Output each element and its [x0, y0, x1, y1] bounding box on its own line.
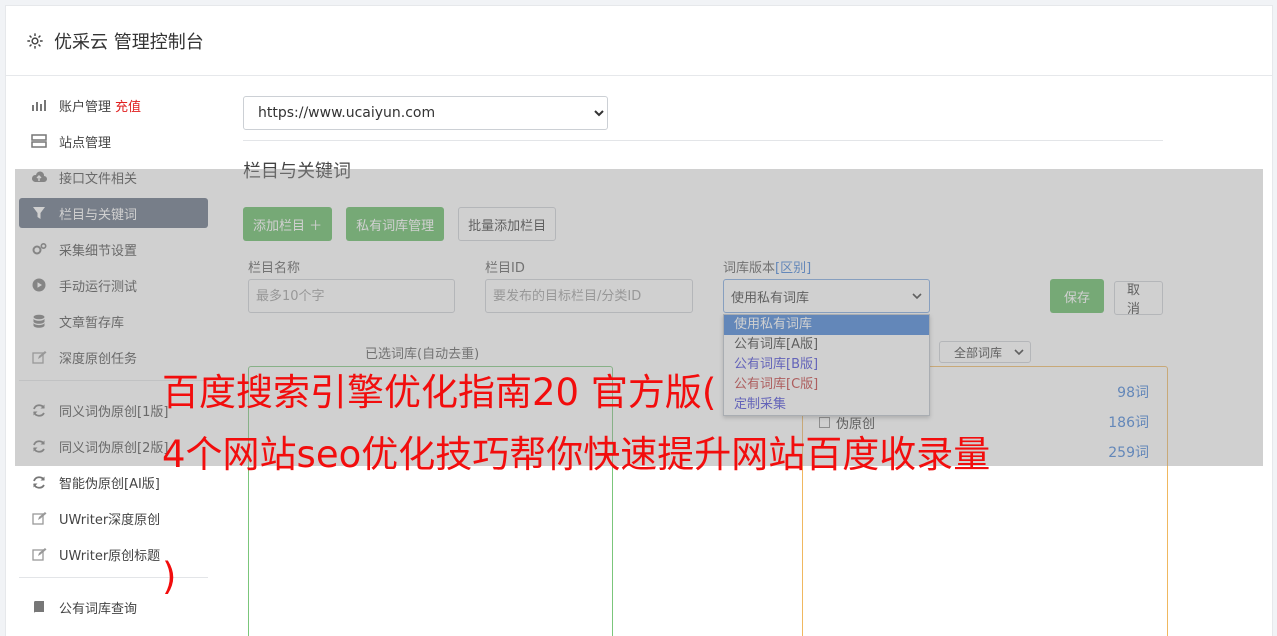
button-row: 添加栏目 ＋ 私有词库管理 批量添加栏目	[243, 207, 1163, 241]
column-name-label: 栏目名称	[248, 261, 301, 276]
dropdown-option[interactable]: 使用私有词库	[724, 315, 929, 335]
watermark-line-1: 百度搜索引擎优化指南20 官方版(	[162, 371, 717, 414]
private-lib-button[interactable]: 私有词库管理	[346, 207, 445, 241]
refresh-icon	[31, 474, 47, 490]
edit-icon	[31, 546, 47, 562]
sidebar-item-label: 接口文件相关	[59, 171, 138, 187]
recharge-link[interactable]: 充值	[115, 96, 141, 115]
sidebar-item-label: 深度原创任务	[59, 351, 138, 367]
chevron-down-icon	[912, 292, 922, 299]
column-id-input[interactable]	[485, 279, 693, 313]
sidebar-item-label: 同义词伪原创[1版]	[59, 404, 169, 420]
cogs-icon	[31, 241, 47, 257]
chevron-down-icon	[1014, 348, 1024, 355]
gear-icon	[27, 32, 43, 49]
column-form: 栏目名称 栏目ID 词库版本[区别] 使用私有词库 保存 取消	[243, 257, 1163, 317]
sidebar-item-label: 文章暂存库	[59, 315, 125, 331]
sidebar-item-collect-settings[interactable]: 采集细节设置	[19, 234, 208, 264]
sidebar-item-article-store[interactable]: 文章暂存库	[19, 306, 208, 336]
all-libs-select[interactable]: 全部词库	[939, 341, 1031, 363]
column-name-field: 栏目名称	[248, 257, 455, 313]
lists-header: 已选词库(自动去重) 全部词库	[243, 341, 1163, 363]
save-field: 保存	[1050, 279, 1105, 313]
sidebar-item-deep-original[interactable]: 深度原创任务	[19, 342, 208, 372]
sidebar-item-label: 同义词伪原创[2版]	[59, 440, 169, 456]
sidebar-item-label: 站点管理	[59, 135, 112, 151]
lib-version-dropdown: 使用私有词库 公有词库[A版] 公有词库[B版] 公有词库[C版] 定制采集	[723, 314, 930, 416]
sidebar-item-label: 栏目与关键词	[59, 207, 138, 223]
lib-count: 259词	[1108, 445, 1149, 461]
page-title: 优采云 管理控制台	[54, 31, 204, 53]
edit-icon	[31, 510, 47, 526]
add-column-button[interactable]: 添加栏目 ＋	[243, 207, 333, 241]
book-icon	[31, 599, 47, 615]
sidebar-item-sites[interactable]: 站点管理	[19, 126, 208, 156]
watermark-line-3: )	[162, 555, 177, 598]
main-content: https://www.ucaiyun.com 栏目与关键词 添加栏目 ＋ 私有…	[243, 96, 1168, 636]
chosen-libs-label: 已选词库(自动去重)	[365, 347, 480, 362]
watermark-line-2: 4个网站seo优化技巧帮你快速提升网站百度收录量	[162, 433, 991, 476]
column-id-label: 栏目ID	[485, 261, 525, 276]
bar-chart-icon	[31, 97, 47, 113]
lib-name: 伪原创	[836, 416, 876, 432]
dropdown-option[interactable]: 公有词库[A版]	[724, 335, 929, 355]
edit-icon	[31, 349, 47, 365]
lib-version-label-text: 词库版本	[723, 261, 776, 276]
lib-version-value: 使用私有词库	[731, 290, 810, 306]
sidebar: 账户管理 充值 站点管理 接口文件相关 栏目与关键词 采集细节设置 手动运行测试…	[19, 90, 208, 628]
lib-version-field: 词库版本[区别] 使用私有词库	[723, 257, 930, 313]
sidebar-item-public-lib[interactable]: 公有词库查询	[19, 592, 208, 622]
difference-link[interactable]: [区别]	[775, 261, 811, 276]
section-divider	[243, 140, 1163, 141]
dropdown-option[interactable]: 公有词库[C版]	[724, 375, 929, 395]
sidebar-item-uwriter-title[interactable]: UWriter原创标题	[19, 539, 208, 569]
column-name-input[interactable]	[248, 279, 455, 313]
sidebar-item-label: 公有词库查询	[59, 601, 138, 617]
refresh-icon	[31, 402, 47, 418]
lib-count: 186词	[1108, 415, 1149, 431]
sidebar-item-account[interactable]: 账户管理 充值	[19, 90, 208, 120]
sidebar-divider	[19, 577, 208, 578]
dropdown-option[interactable]: 公有词库[B版]	[724, 355, 929, 375]
lib-checkbox[interactable]	[819, 416, 830, 428]
lib-version-select[interactable]: 使用私有词库	[723, 279, 930, 313]
site-select[interactable]: https://www.ucaiyun.com	[243, 96, 608, 130]
sidebar-item-columns-keywords[interactable]: 栏目与关键词	[19, 198, 208, 228]
database-icon	[31, 313, 47, 329]
play-circle-icon	[31, 277, 47, 293]
sidebar-item-uwriter-deep[interactable]: UWriter深度原创	[19, 503, 208, 533]
sidebar-item-api-files[interactable]: 接口文件相关	[19, 162, 208, 192]
all-libs-value: 全部词库	[954, 345, 1003, 360]
sidebar-item-label: UWriter原创标题	[59, 548, 161, 564]
column-id-field: 栏目ID	[485, 257, 693, 313]
sidebar-item-label: 采集细节设置	[59, 243, 138, 259]
lib-count: 98词	[1117, 385, 1149, 401]
cancel-button[interactable]: 取消	[1114, 281, 1163, 317]
sidebar-item-label: 手动运行测试	[59, 279, 138, 295]
filter-icon	[31, 205, 47, 221]
save-button[interactable]: 保存	[1050, 279, 1105, 313]
cancel-field: 取消	[1114, 279, 1163, 317]
cloud-upload-icon	[31, 169, 47, 185]
sidebar-item-label: 智能伪原创[AI版]	[59, 476, 160, 492]
server-icon	[31, 133, 47, 149]
refresh-icon	[31, 438, 47, 454]
sidebar-item-label: UWriter深度原创	[59, 512, 161, 528]
sidebar-item-manual-test[interactable]: 手动运行测试	[19, 270, 208, 300]
section-title: 栏目与关键词	[243, 161, 351, 182]
lib-version-label: 词库版本[区别]	[723, 257, 930, 276]
sidebar-item-label: 账户管理	[59, 99, 112, 115]
batch-add-button[interactable]: 批量添加栏目	[458, 207, 557, 241]
header: 优采云 管理控制台	[6, 6, 1272, 76]
dropdown-option[interactable]: 定制采集	[724, 395, 929, 415]
